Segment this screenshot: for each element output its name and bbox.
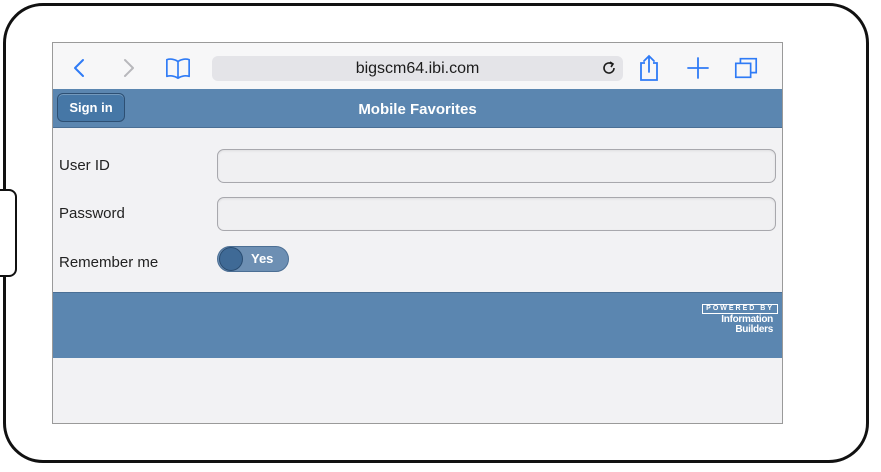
address-bar[interactable]: bigscm64.ibi.com [212,56,623,81]
remember-me-label: Remember me [59,254,159,271]
new-tab-icon[interactable] [685,55,711,81]
toggle-label: Yes [251,251,274,266]
user-id-row: User ID [53,148,782,184]
remember-row: Remember me Yes [53,244,782,280]
powered-by-text: POWERED BY [702,304,778,314]
app-footer: POWERED BY Information Builders [53,292,782,358]
user-id-field[interactable] [217,149,776,183]
share-icon[interactable] [636,54,662,81]
information-builders-logo: POWERED BY Information Builders [678,297,778,335]
password-field[interactable] [217,197,776,231]
brand-line-2: Builders [735,324,773,335]
browser-toolbar: bigscm64.ibi.com [53,43,782,90]
password-label: Password [59,205,125,222]
url-text: bigscm64.ibi.com [355,60,480,77]
page-title: Mobile Favorites [358,101,477,118]
toggle-knob [219,247,243,271]
forward-icon[interactable] [115,55,141,81]
back-icon[interactable] [67,55,93,81]
user-id-label: User ID [59,157,110,174]
browser-screen: bigscm64.ibi.com Sign in Mobile Favorite… [52,42,783,424]
device-side-button [0,189,17,277]
bookmarks-icon[interactable] [165,55,191,81]
remember-me-toggle[interactable]: Yes [217,246,289,272]
password-row: Password [53,196,782,232]
app-header: Sign in Mobile Favorites [53,89,782,128]
reload-icon[interactable] [601,60,617,76]
tabs-icon[interactable] [733,55,759,81]
